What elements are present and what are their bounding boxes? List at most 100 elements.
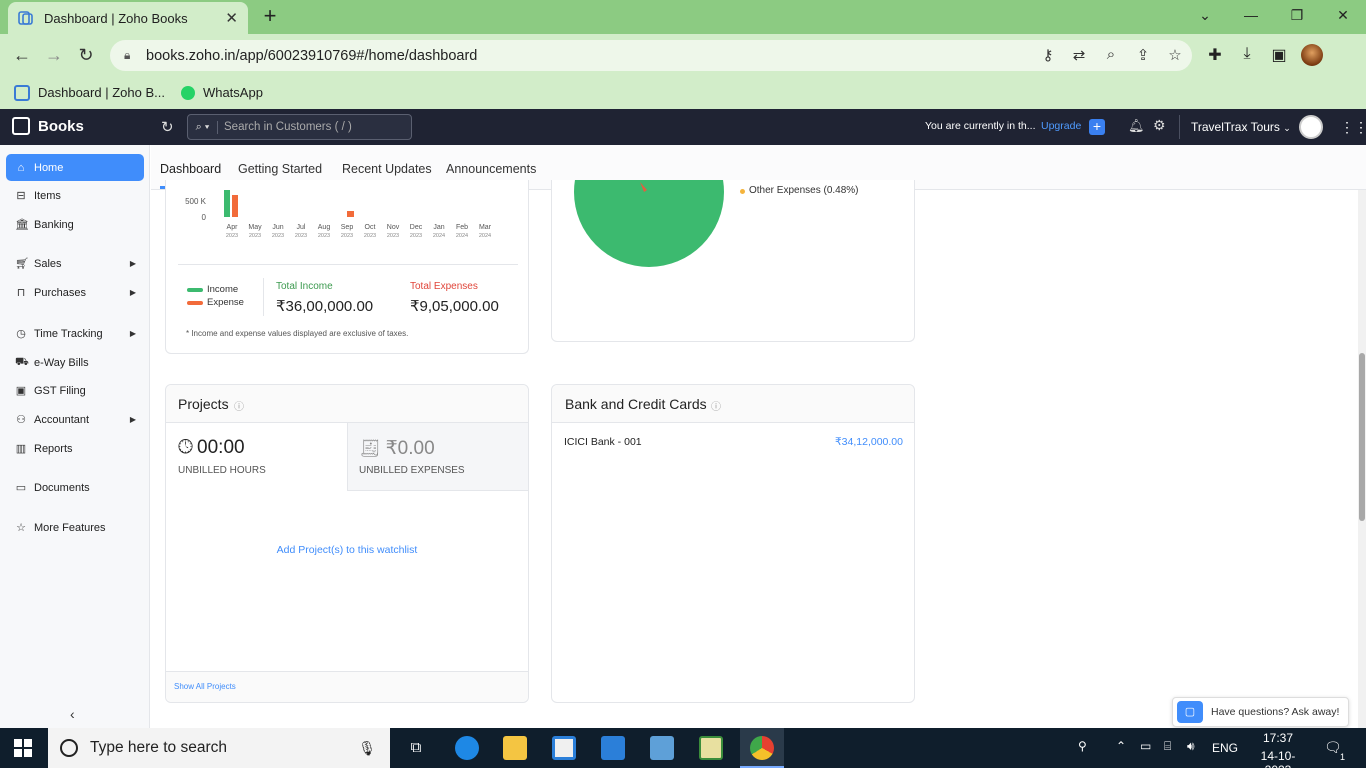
year-label: 2023 (225, 233, 239, 239)
store-icon[interactable] (552, 736, 576, 760)
expense-bar-apr[interactable] (232, 195, 238, 217)
sidebar-item-gst-filing[interactable]: ▣ GST Filing (6, 377, 144, 404)
sidebar-item-banking[interactable]: 🏛︎ Banking (6, 211, 144, 238)
total-income-value: ₹36,00,000.00 (276, 298, 374, 315)
clock-time[interactable]: 17:37 (1252, 731, 1304, 745)
help-icon[interactable]: ⓘ (234, 398, 244, 413)
tab-dashboard[interactable]: Dashboard (160, 162, 221, 176)
restore-button[interactable]: ❐ (1277, 4, 1317, 28)
quick-create-button[interactable]: + (1089, 119, 1105, 135)
chat-widget[interactable]: ▢ Have questions? Ask away! (1172, 697, 1349, 727)
translate-icon[interactable]: ⇄ (1069, 46, 1089, 64)
battery-icon[interactable]: ▭ (1140, 739, 1151, 753)
new-tab-button[interactable]: + (258, 4, 282, 30)
bookmark-whatsapp[interactable]: WhatsApp (180, 85, 263, 100)
sidebar-item-label: Accountant (34, 413, 90, 426)
close-tab-icon[interactable]: ✕ (225, 9, 238, 27)
side-panel-icon[interactable]: ▣ (1268, 45, 1290, 65)
expense-bar-sep[interactable] (347, 211, 354, 217)
sidebar-item-items[interactable]: ⊟ Items (6, 182, 144, 209)
unbilled-hours-value: 00:00 (197, 437, 245, 458)
sidebar-item-home[interactable]: ⌂ Home (6, 154, 144, 181)
unbilled-expenses-label: UNBILLED EXPENSES (359, 465, 465, 476)
bookmark-dashboard[interactable]: Dashboard | Zoho B... (14, 84, 165, 101)
items-icon: ⊟ (16, 190, 26, 202)
task-view-icon[interactable]: ⧉ (404, 736, 428, 760)
volume-icon[interactable]: 🔊︎ (1187, 739, 1195, 754)
cortana-icon (60, 739, 78, 757)
bank-account-name[interactable]: ICICI Bank - 001 (564, 436, 642, 448)
sidebar-item-reports[interactable]: ▥ Reports (6, 435, 144, 462)
search-input[interactable]: ⌕ ▾ Search in Customers ( / ) (187, 114, 412, 140)
sidebar-item-more-features[interactable]: ☆ More Features (6, 514, 144, 541)
download-icon[interactable]: ⤓ (1236, 45, 1258, 63)
chevron-right-icon: ▶ (129, 415, 136, 424)
back-arrow-icon[interactable]: ← (10, 44, 34, 68)
language-indicator[interactable]: ENG (1212, 741, 1238, 755)
star-icon: ☆ (16, 522, 26, 534)
people-icon[interactable]: ⚲ (1078, 739, 1087, 753)
sidebar-item-sales[interactable]: 🛒︎ Sales ▶ (6, 250, 144, 277)
total-expenses-value: ₹9,05,000.00 (410, 298, 499, 315)
total-income-label: Total Income (276, 281, 333, 292)
close-window-button[interactable]: ✕ (1323, 4, 1363, 28)
zoom-icon[interactable]: ⌕ (1101, 46, 1121, 63)
chevron-down-icon: ⌄ (1283, 123, 1291, 133)
sidebar-item-purchases[interactable]: ⊓ Purchases ▶ (6, 279, 144, 306)
extensions-icon[interactable]: ✚ (1204, 45, 1226, 65)
upgrade-link[interactable]: Upgrade (1041, 120, 1081, 132)
month-label: Mar (478, 224, 492, 231)
search-icon[interactable]: ⌕ ▾ (188, 120, 218, 134)
tab-announcements[interactable]: Announcements (446, 162, 536, 176)
scrollbar-thumb[interactable] (1359, 353, 1365, 521)
recent-activity-icon[interactable]: ↻ (161, 118, 174, 136)
bookmark-star-icon[interactable]: ☆ (1165, 46, 1185, 64)
browser-tab[interactable]: Dashboard | Zoho Books ✕ (8, 2, 248, 34)
income-bar-apr[interactable] (224, 190, 230, 217)
help-icon[interactable]: ⓘ (711, 398, 721, 413)
sidebar-item-accountant[interactable]: ⚇ Accountant ▶ (6, 406, 144, 433)
clock-icon: 🕓︎ (178, 437, 194, 458)
clock-date[interactable]: 14-10-2023 (1248, 749, 1308, 768)
tab-recent-updates[interactable]: Recent Updates (342, 162, 432, 176)
expenses-pie-chart[interactable] (572, 180, 726, 270)
collapse-sidebar-icon[interactable]: ‹ (70, 706, 75, 722)
gear-icon[interactable]: ⚙ (1153, 117, 1166, 134)
tab-search-icon[interactable]: ⌄ (1185, 4, 1225, 28)
edge-icon[interactable] (455, 736, 479, 760)
sidebar-item-eway-bills[interactable]: ⛟ e-Way Bills (6, 349, 144, 376)
add-project-watchlist-link[interactable]: Add Project(s) to this watchlist (166, 544, 528, 556)
minimize-button[interactable]: — (1231, 4, 1271, 28)
share-icon[interactable]: ⇪ (1133, 46, 1153, 64)
show-all-projects-link[interactable]: Show All Projects (174, 682, 236, 691)
chrome-taskbar-button[interactable] (740, 728, 784, 768)
chevron-up-icon[interactable]: ⌃ (1116, 739, 1126, 753)
profile-avatar[interactable] (1301, 44, 1323, 66)
spreadsheet-icon[interactable] (699, 736, 723, 760)
bell-icon[interactable]: 🔔︎ (1128, 118, 1145, 134)
app-icon[interactable] (650, 736, 674, 760)
month-label: Oct (364, 224, 376, 231)
mail-icon[interactable] (601, 736, 625, 760)
microphone-icon[interactable]: 🎙︎ (358, 740, 376, 757)
user-avatar[interactable] (1299, 115, 1323, 139)
app-logo[interactable]: Books (12, 117, 84, 135)
sidebar-item-time-tracking[interactable]: ◷ Time Tracking ▶ (6, 320, 144, 347)
forward-arrow-icon[interactable]: → (42, 44, 66, 68)
month-label: May (248, 224, 262, 231)
taskbar-search-input[interactable]: Type here to search 🎙︎ (48, 728, 390, 768)
pie-slice-main[interactable] (574, 180, 724, 267)
month-label: Apr (226, 224, 238, 231)
key-icon[interactable]: ⚷ (1038, 46, 1058, 64)
windows-start-icon[interactable] (14, 739, 32, 757)
app-grid-icon[interactable]: ⋮⋮⋮ (1340, 119, 1366, 136)
org-switcher[interactable]: TravelTrax Tours ⌄ (1191, 120, 1291, 134)
file-explorer-icon[interactable] (503, 736, 527, 760)
network-icon[interactable]: ⌸ (1164, 739, 1171, 754)
bank-account-balance[interactable]: ₹34,12,000.00 (835, 436, 903, 448)
sidebar-item-documents[interactable]: ▭ Documents (6, 474, 144, 501)
address-bar[interactable]: 🔒︎ books.zoho.in/app/60023910769#/home/d… (110, 40, 1192, 71)
tab-getting-started[interactable]: Getting Started (238, 162, 322, 176)
reload-icon[interactable]: ↻ (74, 44, 98, 68)
x-tick-month: Feb 2024 (452, 224, 472, 240)
